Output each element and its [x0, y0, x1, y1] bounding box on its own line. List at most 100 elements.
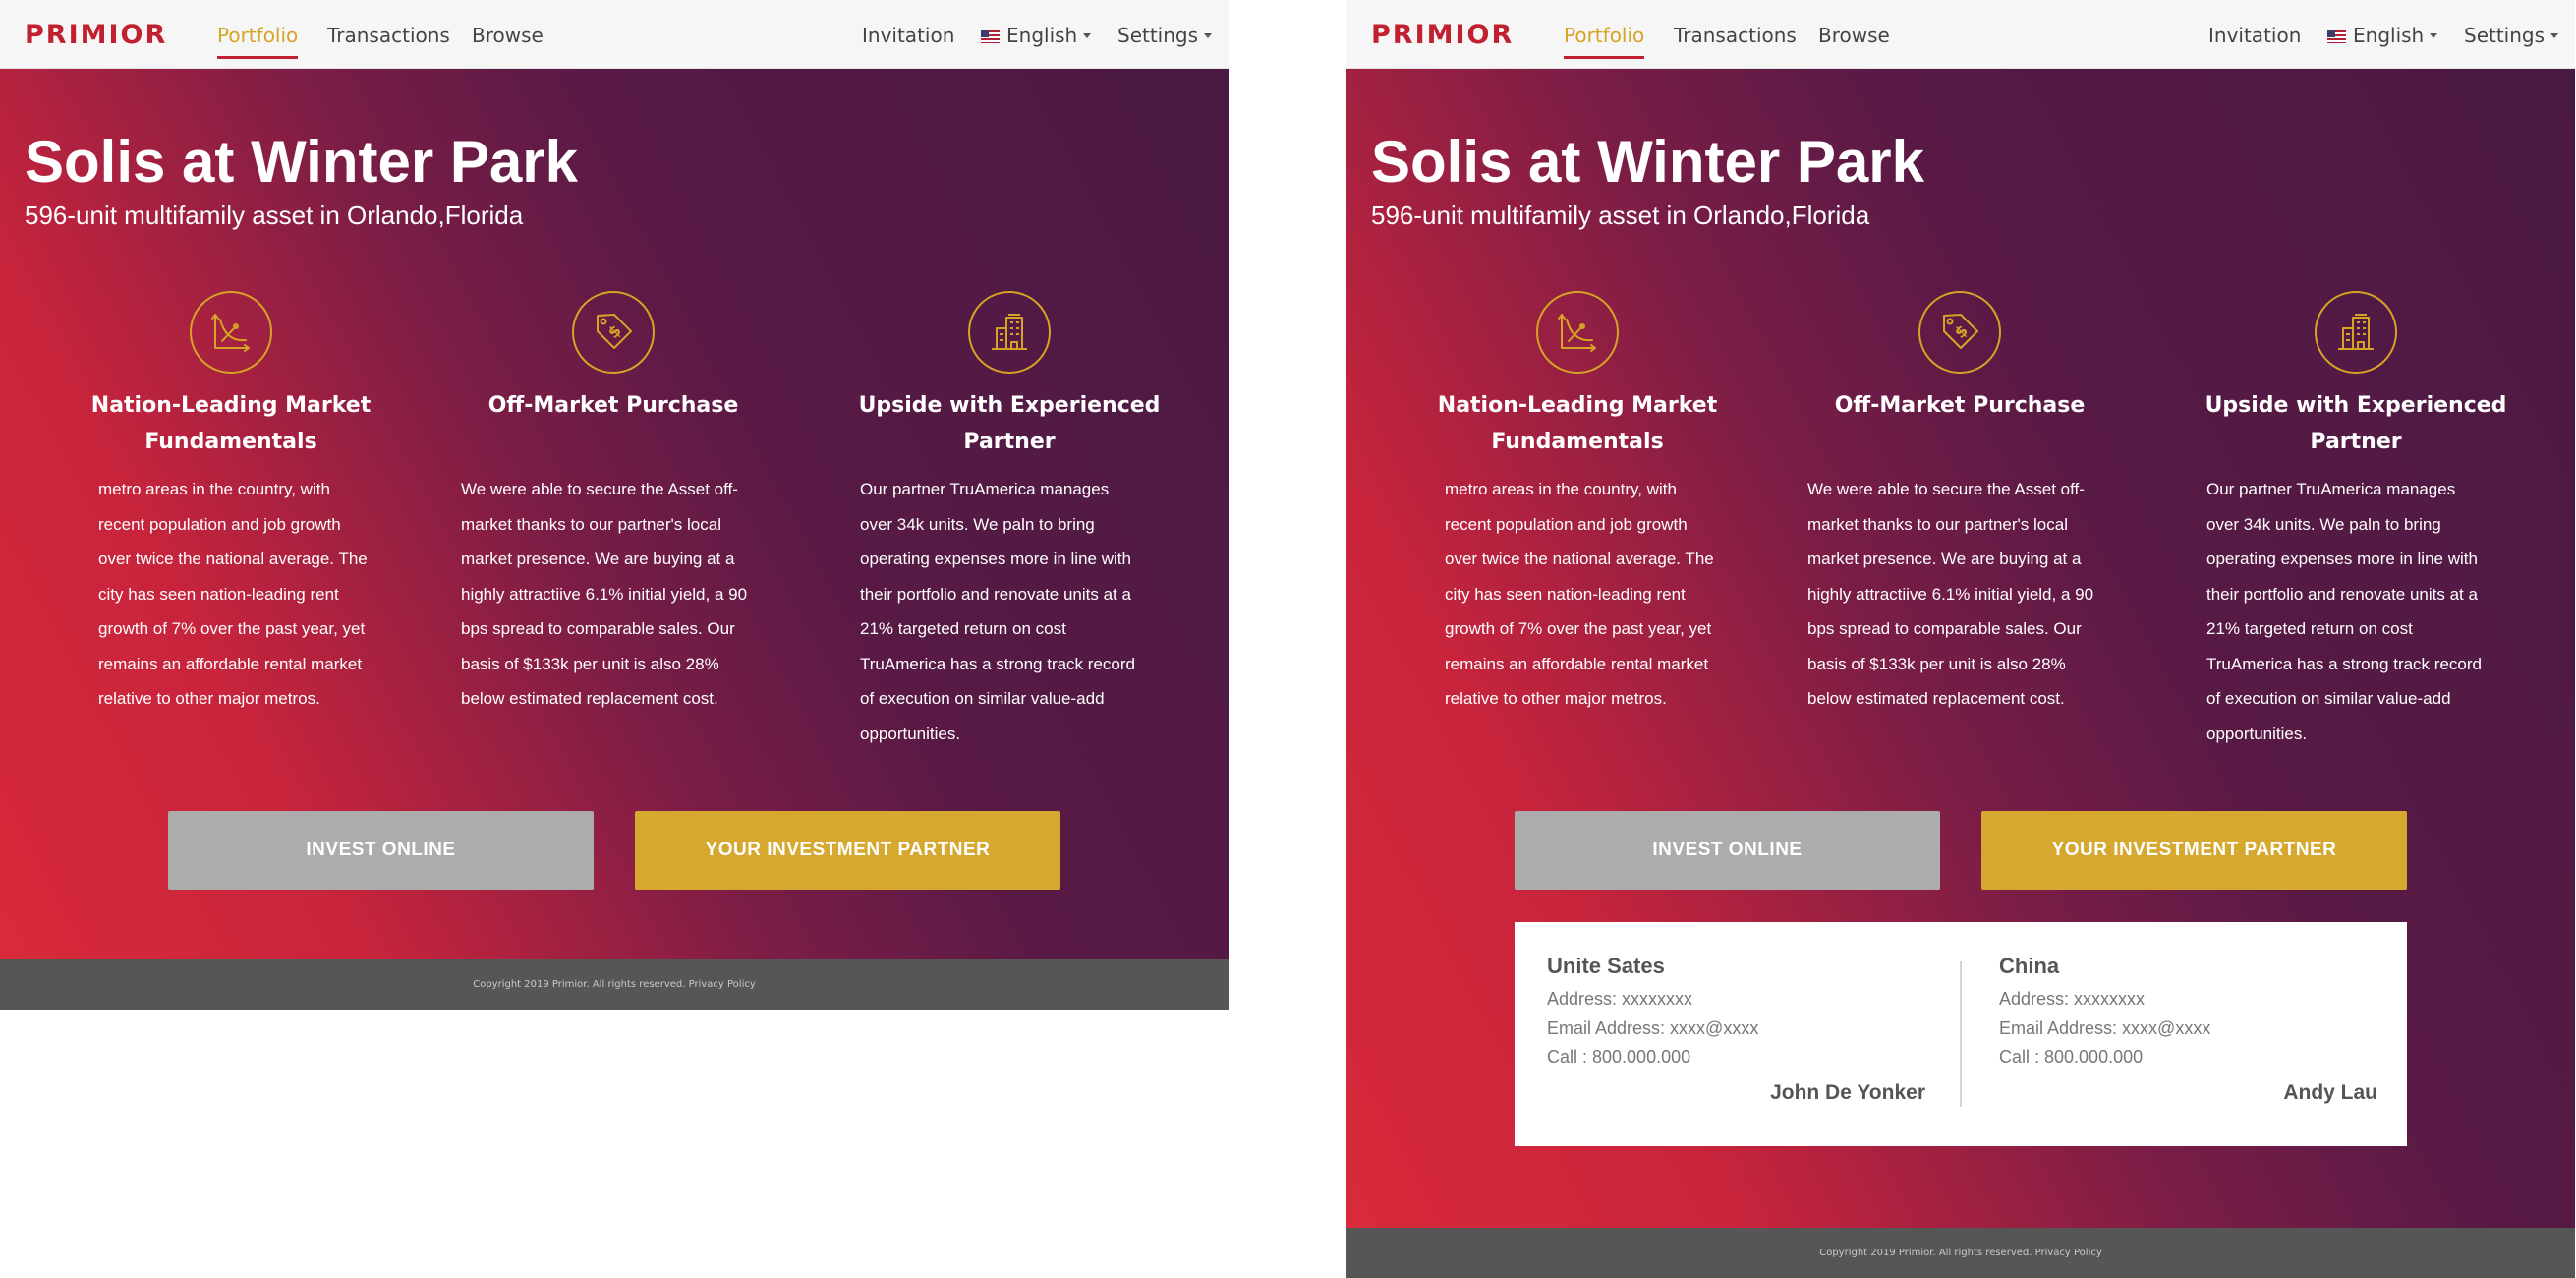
- language-dropdown[interactable]: English: [981, 24, 1092, 47]
- nav-portfolio[interactable]: Portfolio: [217, 24, 299, 59]
- settings-label: Settings: [2464, 24, 2546, 47]
- settings-dropdown[interactable]: Settings: [2464, 24, 2559, 47]
- body-line: over twice the national average. The: [1445, 550, 1714, 568]
- body-line: growth of 7% over the past year, yet: [1445, 619, 1712, 638]
- footer: Copyright 2019 Primior. All rights reser…: [1346, 1228, 2575, 1278]
- body-line: over 34k units. We paln to bring: [860, 514, 1095, 534]
- body-line: relative to other major metros.: [98, 689, 320, 708]
- investment-partner-button[interactable]: YOUR INVESTMENT PARTNER: [635, 811, 1060, 890]
- language-label: English: [1006, 24, 1078, 47]
- body-line: market thanks to our partner's local: [1807, 514, 2068, 534]
- price-tag-icon: $: [572, 291, 655, 374]
- body-line: Our partner TruAmerica manages: [860, 480, 1110, 498]
- page-title: Solis at Winter Park: [1371, 129, 1924, 195]
- body-line: city has seen nation-leading rent: [1445, 584, 1686, 604]
- contact-address: Address: xxxxxxxx: [1547, 989, 1693, 1009]
- privacy-policy-link[interactable]: Privacy Policy: [689, 979, 756, 990]
- nav-portfolio[interactable]: Portfolio: [1564, 24, 1645, 59]
- feature-body: metro areas in the country, with recent …: [1445, 472, 1749, 717]
- body-line: 21% targeted return on cost: [2206, 619, 2413, 638]
- body-line: operating expenses more in line with: [2206, 550, 2478, 568]
- body-line: basis of $133k per unit is also 28%: [461, 654, 719, 673]
- caret-down-icon: [2430, 33, 2438, 38]
- logo[interactable]: PRIMIOR: [25, 20, 167, 50]
- body-line: growth of 7% over the past year, yet: [98, 619, 366, 638]
- body-line: over 34k units. We paln to bring: [2206, 514, 2441, 534]
- body-line: their portfolio and renovate units at a: [2206, 584, 2478, 604]
- feature-body: Our partner TruAmerica manages over 34k …: [2206, 472, 2511, 751]
- nav-transactions[interactable]: Transactions: [1674, 24, 1797, 47]
- nav-transactions[interactable]: Transactions: [327, 24, 450, 47]
- contact-phone[interactable]: Call : 800.000.000: [1547, 1043, 1925, 1073]
- divider: [1960, 961, 1962, 1107]
- copyright-text: Copyright 2019 Primior. All rights reser…: [473, 979, 686, 990]
- body-line: relative to other major metros.: [1445, 689, 1667, 708]
- body-line: over twice the national average. The: [98, 550, 368, 568]
- contact-email[interactable]: Email Address: xxxx@xxxx: [1999, 1015, 2377, 1044]
- body-line: of execution on similar value-add: [2206, 689, 2451, 708]
- body-line: bps spread to comparable sales. Our: [461, 619, 735, 638]
- contact-phone[interactable]: Call : 800.000.000: [1999, 1043, 2377, 1073]
- nav-invitation[interactable]: Invitation: [2208, 24, 2301, 47]
- navbar: PRIMIOR Portfolio Transactions Browse In…: [1346, 0, 2575, 69]
- body-line: remains an affordable rental market: [98, 654, 363, 673]
- body-line: recent population and job growth: [98, 514, 341, 534]
- body-line: 21% targeted return on cost: [860, 619, 1066, 638]
- invest-online-button[interactable]: INVEST ONLINE: [168, 811, 594, 890]
- nav-invitation[interactable]: Invitation: [862, 24, 954, 47]
- feature-body: We were able to secure the Asset off- ma…: [1807, 472, 2112, 717]
- footer: Copyright 2019 Primior. All rights reser…: [0, 959, 1229, 1010]
- us-flag-icon: [2327, 30, 2346, 43]
- body-line: operating expenses more in line with: [860, 550, 1131, 568]
- body-line: city has seen nation-leading rent: [98, 584, 339, 604]
- invest-online-button[interactable]: INVEST ONLINE: [1515, 811, 1940, 890]
- caret-down-icon: [1204, 33, 1213, 38]
- page-subtitle: 596-unit multifamily asset in Orlando,Fl…: [25, 201, 524, 230]
- privacy-policy-link[interactable]: Privacy Policy: [2035, 1248, 2102, 1258]
- language-dropdown[interactable]: English: [2327, 24, 2438, 47]
- body-line: Our partner TruAmerica manages: [2206, 480, 2456, 498]
- body-line: basis of $133k per unit is also 28%: [1807, 654, 2066, 673]
- hero-section: Solis at Winter Park 596-unit multifamil…: [0, 69, 1229, 959]
- hero-section: Solis at Winter Park 596-unit multifamil…: [1346, 69, 2575, 1229]
- feature-body: metro areas in the country, with recent …: [98, 472, 403, 717]
- building-icon: [2315, 291, 2397, 374]
- body-line: market presence. We are buying at a: [461, 550, 735, 568]
- body-line: highly attractiive 6.1% initial yield, a…: [1807, 584, 2094, 604]
- price-tag-icon: $: [1918, 291, 2001, 374]
- contact-address: Address: xxxxxxxx: [1999, 989, 2146, 1009]
- feature-body: We were able to secure the Asset off- ma…: [461, 472, 766, 717]
- building-icon: [968, 291, 1051, 374]
- feature-body: Our partner TruAmerica manages over 34k …: [860, 472, 1165, 751]
- contact-email[interactable]: Email Address: xxxx@xxxx: [1547, 1015, 1925, 1044]
- body-line: remains an affordable rental market: [1445, 654, 1709, 673]
- body-line: metro areas in the country, with: [1445, 480, 1677, 498]
- body-line: their portfolio and renovate units at a: [860, 584, 1131, 604]
- active-underline: [217, 56, 299, 59]
- body-line: of execution on similar value-add: [860, 689, 1105, 708]
- caret-down-icon: [2550, 33, 2559, 38]
- contact-card: Unite Sates Address: xxxxxxxx Email Addr…: [1515, 922, 2407, 1146]
- chart-icon: [1536, 291, 1619, 374]
- investment-partner-button[interactable]: YOUR INVESTMENT PARTNER: [1981, 811, 2407, 890]
- logo[interactable]: PRIMIOR: [1371, 20, 1514, 50]
- page-default-state: PRIMIOR Portfolio Transactions Browse In…: [0, 0, 1229, 1010]
- body-line: We were able to secure the Asset off-: [461, 480, 738, 498]
- nav-browse[interactable]: Browse: [1818, 24, 1890, 47]
- contact-country: Unite Sates: [1547, 954, 1665, 978]
- nav-browse[interactable]: Browse: [472, 24, 544, 47]
- body-line: recent population and job growth: [1445, 514, 1688, 534]
- body-line: metro areas in the country, with: [98, 480, 330, 498]
- feature-market-fundamentals: Nation-Leading Market Fundamentals: [44, 291, 418, 460]
- language-label: English: [2353, 24, 2425, 47]
- feature-experienced-partner: Upside with Experienced Partner: [2169, 291, 2543, 460]
- body-line: TruAmerica has a strong track record: [2206, 654, 2482, 673]
- feature-title: Off-Market Purchase: [487, 393, 739, 418]
- body-line: opportunities.: [2206, 724, 2308, 743]
- chart-icon: [190, 291, 272, 374]
- settings-dropdown[interactable]: Settings: [1117, 24, 1213, 47]
- caret-down-icon: [1083, 33, 1092, 38]
- feature-title: Upside with Experienced Partner: [858, 393, 1161, 454]
- body-line: below estimated replacement cost.: [1807, 689, 2065, 708]
- feature-title: Upside with Experienced Partner: [2204, 393, 2507, 454]
